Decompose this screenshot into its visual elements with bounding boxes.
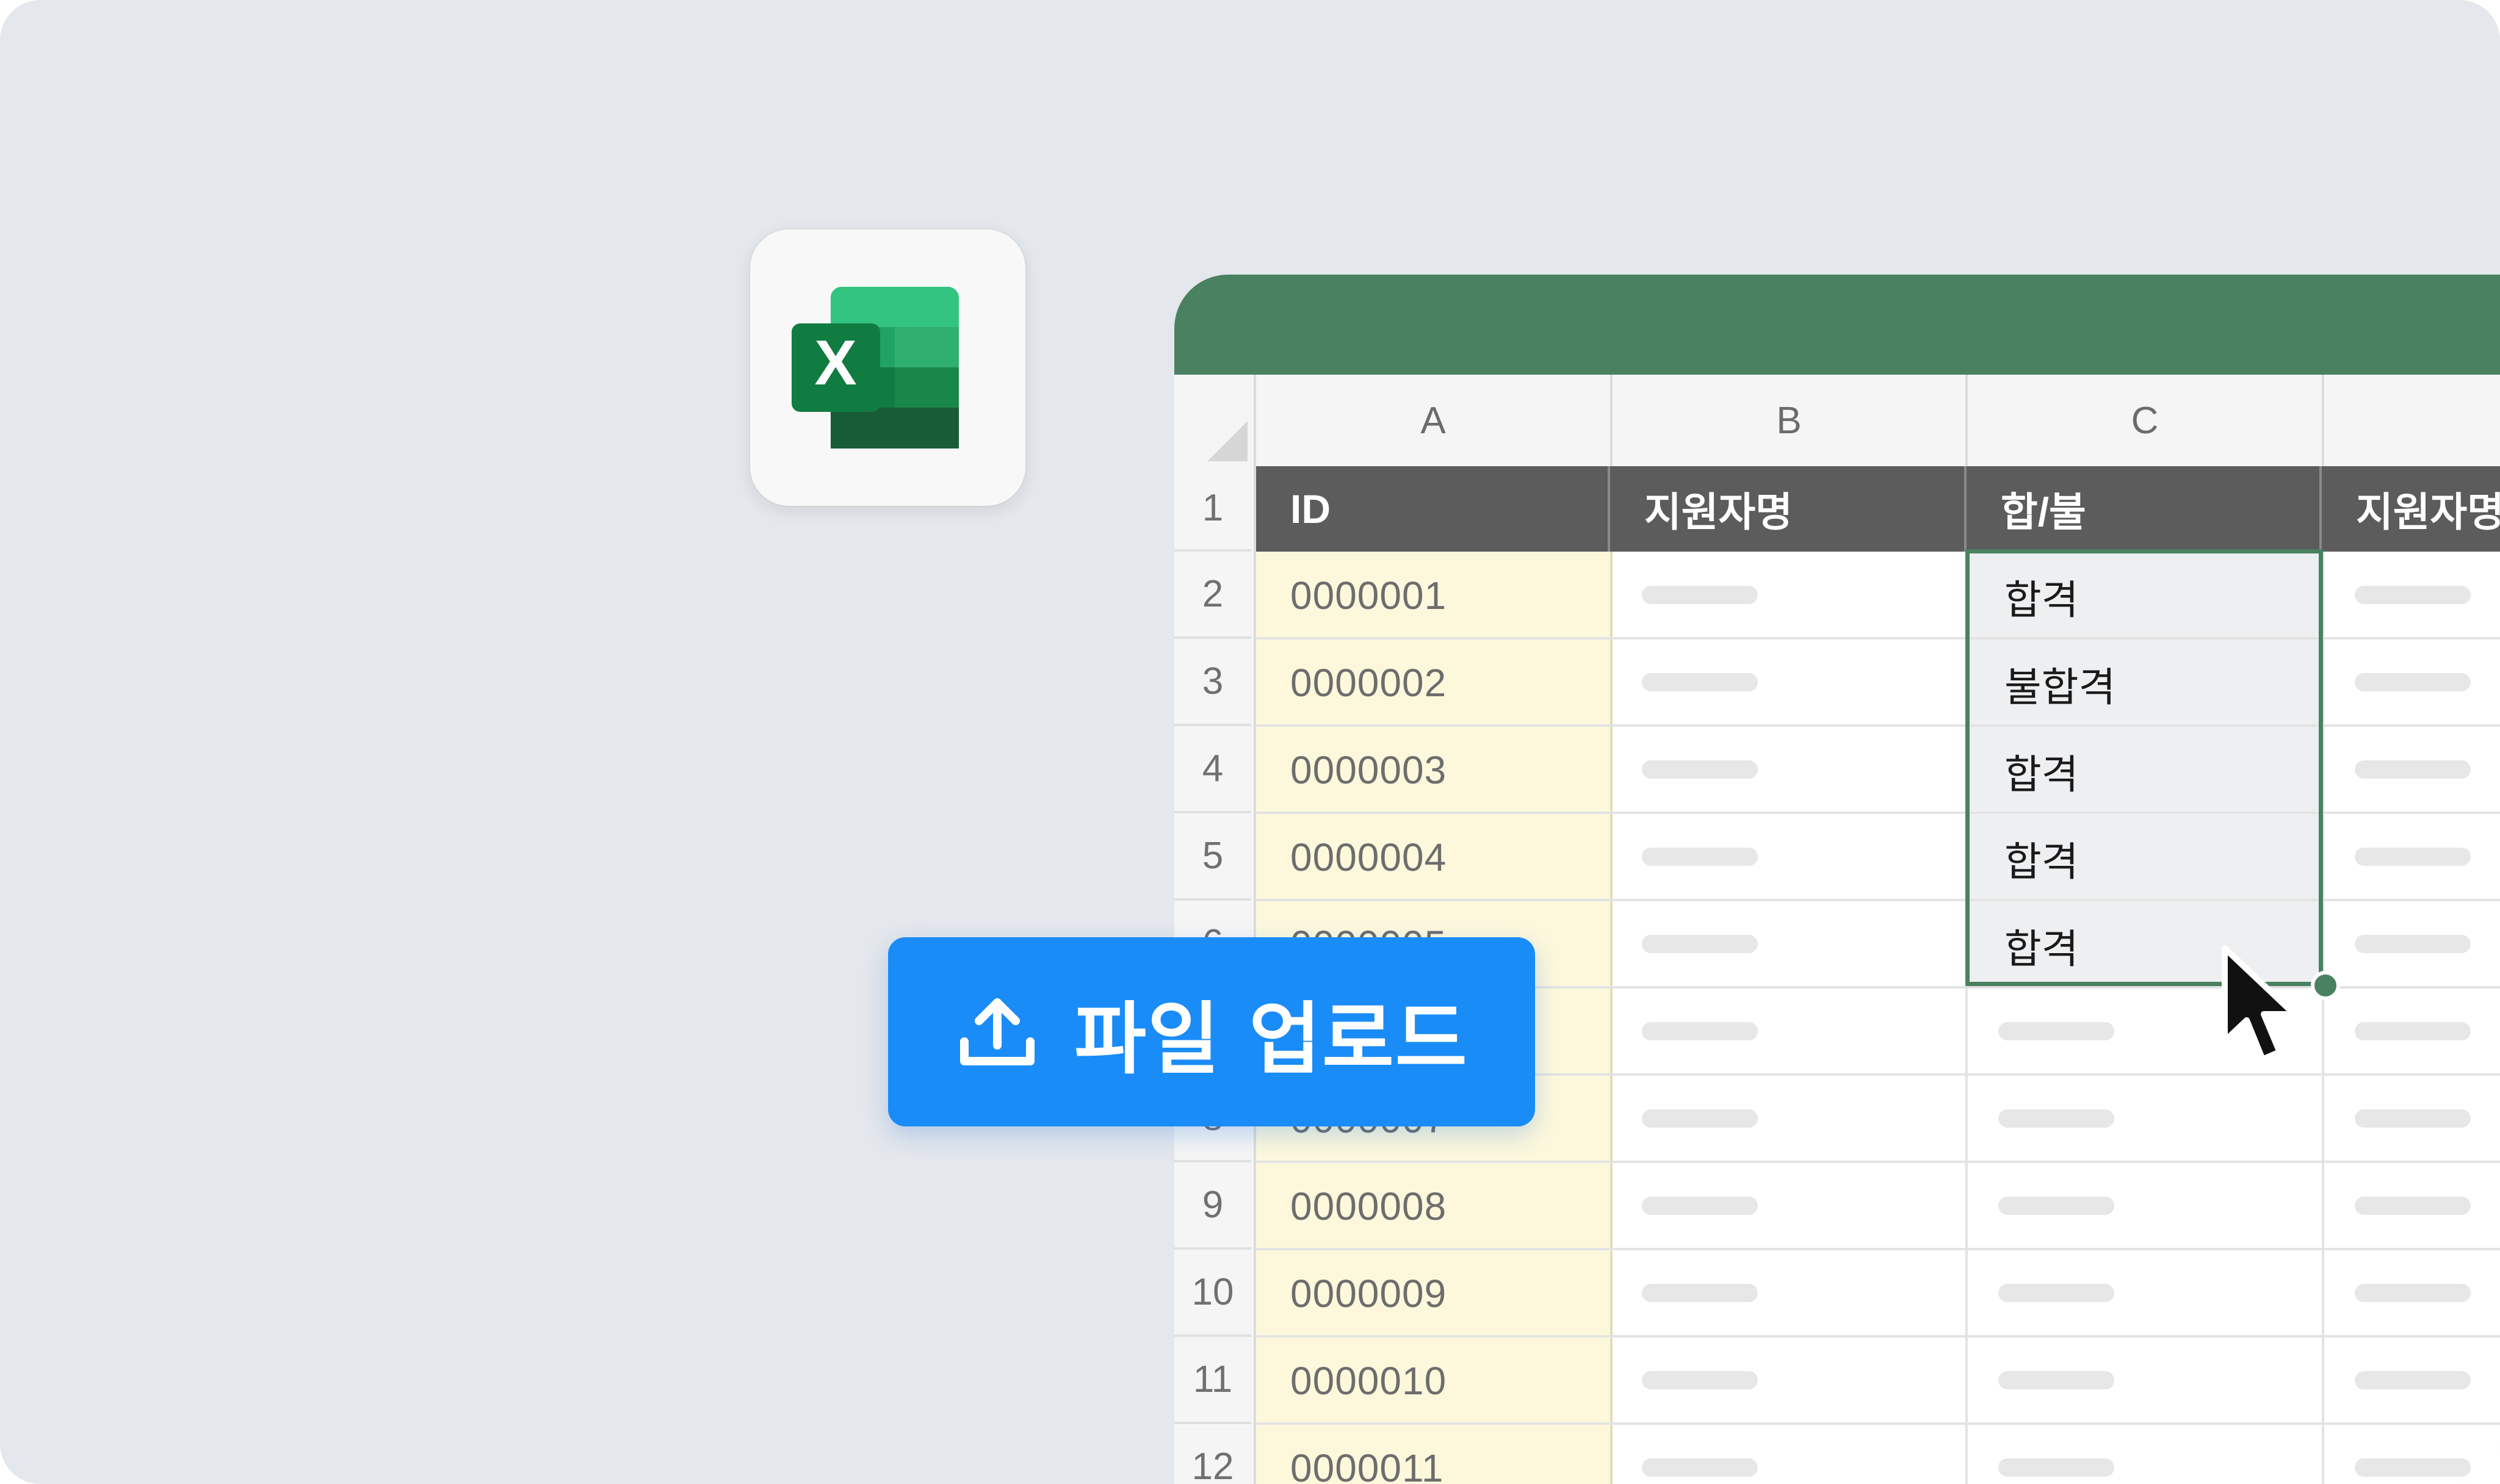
id-cell[interactable]: 0000011 — [1290, 1424, 1443, 1484]
placeholder-bar — [1998, 1458, 2114, 1477]
row-number[interactable]: 11 — [1174, 1337, 1251, 1424]
placeholder-bar — [1998, 1284, 2114, 1302]
excel-icon: X — [792, 287, 959, 448]
excel-app-icon[interactable]: X — [750, 229, 1025, 506]
placeholder-bar — [2355, 673, 2471, 691]
placeholder-bar — [2355, 760, 2471, 779]
placeholder-bar — [1642, 673, 1758, 691]
id-cell[interactable]: 0000001 — [1290, 552, 1447, 639]
placeholder-bar — [2355, 1284, 2471, 1302]
placeholder-bar — [1642, 1458, 1758, 1477]
file-upload-label: 파일 업로드 — [1074, 993, 1469, 1085]
placeholder-bar — [2355, 1371, 2471, 1389]
fill-handle[interactable] — [2311, 971, 2340, 1000]
placeholder-bar — [2355, 1109, 2471, 1128]
placeholder-bar — [1642, 1109, 1758, 1128]
placeholder-bar — [1642, 1284, 1758, 1302]
spreadsheet-grid: A B C D 1 2 3 4 5 6 7 8 9 10 11 12 — [1174, 375, 2500, 1484]
placeholder-bar — [2355, 848, 2471, 866]
row-number[interactable]: 1 — [1174, 466, 1251, 552]
placeholder-bar — [2355, 935, 2471, 953]
column-header-row: A B C D — [1174, 375, 2500, 469]
selection-border — [1965, 549, 2323, 986]
column-header-b[interactable]: B — [1613, 375, 1968, 466]
id-cell[interactable]: 0000002 — [1290, 639, 1447, 726]
spreadsheet-window: A B C D 1 2 3 4 5 6 7 8 9 10 11 12 — [1174, 275, 2500, 1484]
row-number[interactable]: 4 — [1174, 726, 1251, 813]
id-cell[interactable]: 0000010 — [1290, 1337, 1447, 1424]
placeholder-bar — [1642, 1022, 1758, 1040]
column-header-c[interactable]: C — [1968, 375, 2324, 466]
sheet-title-bar — [1174, 275, 2500, 375]
header-cell-name-2[interactable]: 지원자명 — [2322, 466, 2500, 552]
row-number[interactable]: 2 — [1174, 552, 1251, 639]
placeholder-bar — [2355, 1022, 2471, 1040]
header-cell-name[interactable]: 지원자명 — [1610, 466, 1967, 552]
id-cell[interactable]: 0000008 — [1290, 1162, 1447, 1250]
row-number[interactable]: 12 — [1174, 1424, 1251, 1484]
placeholder-bar — [1998, 1109, 2114, 1128]
select-all-triangle-icon — [1207, 421, 1248, 461]
id-cell[interactable]: 0000009 — [1290, 1250, 1447, 1337]
canvas: X A B C D 1 2 3 4 5 6 7 8 9 10 — [0, 0, 2500, 1484]
placeholder-bar — [1998, 1197, 2114, 1215]
header-cell-id[interactable]: ID — [1256, 466, 1610, 552]
upload-icon — [960, 998, 1035, 1065]
id-cell[interactable]: 0000004 — [1290, 813, 1447, 901]
row-number[interactable]: 9 — [1174, 1162, 1251, 1250]
placeholder-bar — [1998, 1371, 2114, 1389]
select-all-corner[interactable] — [1174, 375, 1256, 466]
column-header-a[interactable]: A — [1256, 375, 1613, 466]
placeholder-bar — [1642, 1371, 1758, 1389]
placeholder-bar — [1642, 760, 1758, 779]
file-upload-button[interactable]: 파일 업로드 — [888, 937, 1535, 1126]
placeholder-bar — [1998, 1022, 2114, 1040]
row-number[interactable]: 3 — [1174, 639, 1251, 726]
placeholder-bar — [1642, 848, 1758, 866]
header-row: ID 지원자명 합/불 지원자명 — [1256, 466, 2500, 552]
placeholder-bar — [2355, 1197, 2471, 1215]
placeholder-bar — [1642, 935, 1758, 953]
id-cell[interactable]: 0000003 — [1290, 726, 1447, 813]
placeholder-bar — [2355, 1458, 2471, 1477]
row-number[interactable]: 10 — [1174, 1250, 1251, 1337]
header-cell-result[interactable]: 합/불 — [1967, 466, 2322, 552]
excel-icon-letter: X — [814, 328, 856, 398]
row-number[interactable]: 5 — [1174, 813, 1251, 901]
placeholder-bar — [1642, 1197, 1758, 1215]
mouse-pointer-icon — [2222, 945, 2297, 1062]
placeholder-bar — [2355, 586, 2471, 604]
placeholder-bar — [1642, 586, 1758, 604]
column-header-d[interactable]: D — [2324, 375, 2500, 466]
